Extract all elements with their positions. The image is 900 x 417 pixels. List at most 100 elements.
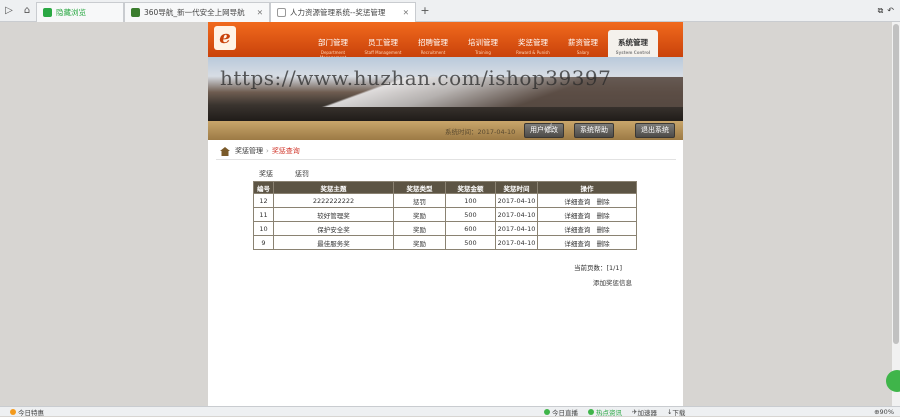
delete-link[interactable]: 删除	[597, 198, 610, 206]
column-header: 编号	[253, 181, 274, 194]
tab-label: 360导航_新一代安全上网导航	[144, 7, 245, 17]
menu-staff[interactable]: 员工管理 Staff Management	[358, 30, 408, 57]
menu-system[interactable]: 系统管理 System Control	[608, 30, 658, 57]
menu-sub: Training	[475, 50, 491, 55]
menu-label: 奖惩管理	[518, 38, 548, 47]
cell-id: 12	[253, 193, 274, 208]
menu-label: 培训管理	[468, 38, 498, 47]
status-label: 今日直播	[552, 408, 578, 417]
delete-link[interactable]: 删除	[597, 226, 610, 234]
tab-360-nav[interactable]: 360导航_新一代安全上网导航 ✕	[124, 1, 270, 22]
vertical-scrollbar[interactable]	[892, 22, 900, 406]
cell-type: 奖励	[393, 221, 446, 236]
cell-type: 奖励	[393, 235, 446, 250]
cell-subject: 2222222222	[273, 193, 394, 208]
restore-tabs-icon[interactable]: ⧉	[878, 6, 884, 16]
menu-sub: Recruitment	[420, 50, 446, 55]
close-icon[interactable]: ✕	[251, 8, 263, 17]
cell-subject: 最佳服务奖	[273, 235, 394, 250]
logout-button[interactable]: 退出系统	[635, 123, 675, 138]
home-icon[interactable]: ⌂	[18, 2, 36, 20]
menu-reward[interactable]: 奖惩管理 Reward & Punish	[508, 30, 558, 57]
menu-label: 部门管理	[318, 38, 348, 47]
menu-sub: Staff Management	[364, 50, 402, 55]
status-download[interactable]: ↓ 下载	[667, 407, 685, 417]
browser-status-bar: 今日特惠 今日直播 热点资讯 ✈ 加速器 ↓ 下载 ⊕ 90%	[0, 406, 900, 417]
breadcrumb-current: 奖惩查询	[271, 147, 300, 155]
menu-label: 招聘管理	[418, 38, 448, 47]
system-date: 系统时间：2017-04-10	[445, 128, 516, 136]
detail-link[interactable]: 详细查询	[564, 226, 590, 234]
undo-icon[interactable]: ↶	[887, 6, 894, 16]
scrollbar-thumb[interactable]	[893, 24, 899, 344]
cell-type: 惩罚	[393, 193, 446, 208]
status-label: 加速器	[637, 408, 657, 417]
menu-label: 薪资管理	[568, 38, 598, 47]
site-header: e 部门管理Department Management 员工管理 Staff Ma…	[208, 22, 683, 140]
cell-amount: 500	[445, 207, 496, 222]
column-header: 操作	[537, 181, 637, 194]
news-icon	[588, 408, 594, 415]
add-reward-link[interactable]: 添加奖惩信息	[593, 277, 632, 287]
cell-actions: 详细查询 删除	[537, 221, 637, 236]
column-header: 奖惩类型	[393, 181, 446, 194]
logo: e	[214, 26, 236, 50]
detail-link[interactable]: 详细查询	[564, 198, 590, 206]
page-content: e 部门管理Department Management 员工管理 Staff Ma…	[208, 22, 683, 416]
status-today-deals[interactable]: 今日特惠	[10, 407, 44, 417]
detail-link[interactable]: 详细查询	[564, 212, 590, 220]
favicon-icon	[131, 7, 140, 17]
system-help-button[interactable]: 系统帮助	[574, 123, 614, 138]
cell-subject: 保护安全奖	[273, 221, 394, 236]
filter-row: 奖惩 惩罚	[259, 169, 309, 179]
delete-link[interactable]: 删除	[597, 240, 610, 248]
column-header: 奖惩主题	[273, 181, 394, 194]
filter-label: 奖惩	[259, 170, 273, 178]
shield-icon	[43, 7, 52, 17]
browser-tab-bar: ▷ ⌂ 隐藏浏览 360导航_新一代安全上网导航 ✕ 人力资源管理系统--奖惩管…	[0, 0, 900, 22]
table-row: 10 保护安全奖 奖励 600 2017-04-10 详细查询 删除	[253, 221, 637, 236]
status-accelerator[interactable]: ✈ 加速器	[632, 407, 657, 417]
menu-department[interactable]: 部门管理Department Management	[308, 30, 358, 60]
cell-id: 10	[253, 221, 274, 236]
menu-sub: Salary	[576, 50, 590, 55]
menu-sub: System Control	[615, 50, 651, 55]
cell-date: 2017-04-10	[495, 207, 538, 222]
delete-link[interactable]: 删除	[597, 212, 610, 220]
cell-actions: 详细查询 删除	[537, 193, 637, 208]
status-label: 下载	[672, 408, 686, 417]
floating-action-icon[interactable]	[886, 370, 900, 392]
status-news[interactable]: 热点资讯	[588, 407, 622, 417]
filter-value[interactable]: 惩罚	[295, 169, 309, 179]
status-live[interactable]: 今日直播	[544, 407, 578, 417]
cell-type: 奖励	[393, 207, 446, 222]
menu-recruit[interactable]: 招聘管理 Recruitment	[408, 30, 458, 57]
breadcrumb: 奖惩管理 › 奖惩查询	[220, 146, 300, 156]
close-icon[interactable]: ✕	[397, 8, 409, 17]
tab-hr-system[interactable]: 人力资源管理系统--奖惩管理 ✕	[270, 1, 416, 22]
cell-amount: 100	[445, 193, 496, 208]
breadcrumb-parent[interactable]: 奖惩管理	[235, 146, 263, 156]
home-icon[interactable]	[220, 146, 230, 156]
zoom-level[interactable]: ⊕ 90%	[874, 408, 894, 416]
tab-hidden-browse[interactable]: 隐藏浏览	[36, 1, 124, 22]
detail-link[interactable]: 详细查询	[564, 240, 590, 248]
menu-training[interactable]: 培训管理 Training	[458, 30, 508, 57]
zoom-value: 90%	[879, 407, 894, 416]
header-toolbar: 系统时间：2017-04-10 用户修改 系统帮助 退出系统	[208, 121, 683, 140]
column-header: 奖惩金额	[445, 181, 496, 194]
sidebar-toggle-icon[interactable]: ▷	[0, 2, 18, 20]
user-edit-button[interactable]: 用户修改	[524, 123, 564, 138]
divider	[216, 159, 676, 160]
gift-icon	[10, 408, 16, 415]
new-tab-icon[interactable]: +	[416, 4, 434, 17]
cell-actions: 详细查询 删除	[537, 207, 637, 222]
menu-salary[interactable]: 薪资管理 Salary	[558, 30, 608, 57]
pagination: 当前页数：[1/1]	[574, 264, 623, 272]
cell-subject: 较好管理奖	[273, 207, 394, 222]
cell-amount: 500	[445, 235, 496, 250]
column-header: 奖惩时间	[495, 181, 538, 194]
page-icon	[277, 7, 286, 17]
top-nav: e 部门管理Department Management 员工管理 Staff Ma…	[208, 22, 683, 60]
tab-label: 人力资源管理系统--奖惩管理	[290, 7, 386, 17]
